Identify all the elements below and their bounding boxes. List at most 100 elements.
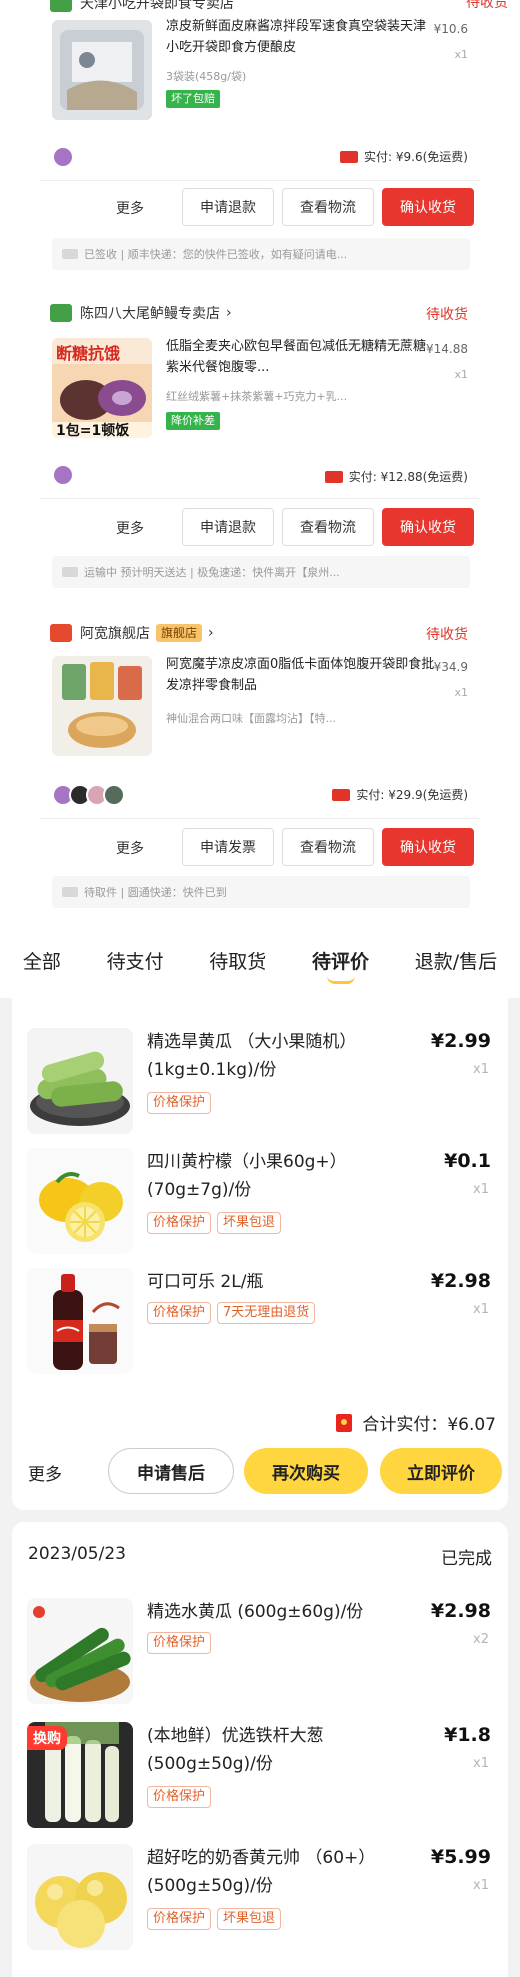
order-total-text: 合计实付：¥6.07 (362, 1415, 496, 1435)
product-title[interactable]: 凉皮新鲜面皮麻酱凉拌段军速食真空袋装天津小吃开袋即食方便酿皮 (166, 16, 436, 58)
confirm-receipt-button[interactable]: 确认收货 (382, 508, 474, 546)
refund-button[interactable]: 申请退款 (182, 188, 274, 226)
shop-name[interactable]: 阿宽旗舰店 (80, 623, 150, 643)
order-actions: 更多 申请发票 查看物流 确认收货 (40, 828, 480, 868)
product-image[interactable] (27, 1598, 133, 1704)
order-item[interactable]: 可口可乐 2L/瓶 ¥2.98 x1 价格保护 7天无理由退货 (27, 1268, 499, 1378)
product-image[interactable] (27, 1148, 133, 1254)
product-image[interactable]: 换购 (27, 1722, 133, 1828)
logistics-bar[interactable]: 运输中 预计明天送达 | 极兔速递：快件离开【泉州... (52, 556, 470, 588)
shop-name[interactable]: 天津小吃开袋即食专卖店 (80, 0, 234, 13)
product-price: ¥2.98 (430, 1270, 491, 1292)
product-title[interactable]: (本地鲜）优选铁杆大葱 (500g±50g)/份 (147, 1722, 407, 1778)
product-image[interactable] (27, 1028, 133, 1134)
review-button[interactable]: 立即评价 (380, 1448, 502, 1494)
product-qty: x1 (473, 1302, 489, 1317)
product-qty: x1 (454, 368, 468, 381)
order-status-tabs: 全部 待支付 待取货 待评价 退款/售后 (0, 922, 520, 998)
shop-row[interactable]: 阿宽旗舰店 旗舰店 › (50, 620, 214, 646)
product-tags: 价格保护 (147, 1092, 212, 1114)
order-item[interactable]: 四川黄柠檬（小果60g+）(70g±7g)/份 ¥0.1 x1 价格保护 坏果包… (27, 1148, 499, 1258)
shop-badge: 旗舰店 (156, 624, 203, 642)
order-actions: 更多 申请退款 查看物流 确认收货 (40, 188, 480, 228)
order-item[interactable]: 精选旱黄瓜 （大小果随机）(1kg±0.1kg)/份 ¥2.99 x1 价格保护 (27, 1028, 499, 1138)
product-title[interactable]: 低脂全麦夹心欧包早餐面包减低无糖精无蔗糖紫米代餐饱腹零... (166, 336, 436, 378)
tag-price-protect: 价格保护 (147, 1908, 212, 1930)
shop-row[interactable]: 陈四八大尾鲈鳗专卖店 › (50, 300, 232, 326)
product-tags: 价格保护 坏果包退 (147, 1908, 282, 1930)
product-sku: 红丝绒紫薯+抹茶紫薯+巧克力+乳... (166, 390, 348, 403)
refund-button[interactable]: 申请退款 (182, 508, 274, 546)
service-tag: 降价补差 (166, 412, 220, 430)
logistics-text: 待取件 | 圆通快递：快件已到 (84, 886, 227, 899)
product-tags: 价格保护 (147, 1632, 212, 1654)
tab-refund-aftersale[interactable]: 退款/售后 (411, 947, 501, 974)
buyer-avatars (52, 464, 74, 486)
tab-pending-review[interactable]: 待评价 (308, 947, 373, 984)
more-button[interactable]: 更多 (116, 518, 144, 538)
product-sku: 神仙混合两口味【面露均沾】【特... (166, 712, 336, 725)
logistics-bar[interactable]: 已签收 | 顺丰快递：您的快件已签收，如有疑问请电... (52, 238, 470, 270)
shop-name[interactable]: 陈四八大尾鲈鳗专卖店 (80, 303, 220, 323)
logistics-button[interactable]: 查看物流 (282, 188, 374, 226)
logistics-button[interactable]: 查看物流 (282, 828, 374, 866)
paid-amount: 实付: ¥9.6(免运费) (340, 148, 468, 165)
tag-price-protect: 价格保护 (147, 1092, 212, 1114)
product-price: ¥34.9 (433, 660, 468, 674)
product-title[interactable]: 精选旱黄瓜 （大小果随机）(1kg±0.1kg)/份 (147, 1028, 407, 1084)
logistics-text: 运输中 预计明天送达 | 极兔速递：快件离开【泉州... (84, 566, 340, 579)
tab-pending-payment[interactable]: 待支付 (103, 947, 168, 974)
image-caption: 1包=1顿饭 (56, 423, 130, 438)
shop-logo-icon (50, 0, 72, 12)
paid-text: 实付: ¥9.6(免运费) (364, 150, 468, 164)
product-image[interactable] (27, 1268, 133, 1374)
product-title[interactable]: 可口可乐 2L/瓶 (147, 1268, 407, 1296)
product-image[interactable] (52, 656, 152, 756)
rebuy-button[interactable]: 再次购买 (244, 1448, 368, 1494)
order-item[interactable]: 换购 (本地鲜）优选铁杆大葱 (500g±50g)/份 ¥1.8 x1 价格保护 (27, 1722, 499, 1832)
confirm-receipt-button[interactable]: 确认收货 (382, 828, 474, 866)
product-image[interactable] (27, 1844, 133, 1950)
order-item[interactable]: 超好吃的奶香黄元帅 （60+）(500g±50g)/份 ¥5.99 x1 价格保… (27, 1844, 499, 1954)
product-tags: 价格保护 (147, 1786, 212, 1808)
product-price: ¥0.1 (444, 1150, 491, 1172)
order-total: 合计实付：¥6.07 (336, 1410, 496, 1435)
more-button[interactable]: 更多 (116, 198, 144, 218)
logistics-button[interactable]: 查看物流 (282, 508, 374, 546)
product-price: ¥14.88 (426, 342, 468, 356)
product-price: ¥2.98 (430, 1600, 491, 1622)
order-card: 2023/05/23 已完成 精选水黄瓜 (600g±60g)/份 ¥2.98 … (12, 1522, 508, 1977)
product-price: ¥5.99 (430, 1846, 491, 1868)
product-title[interactable]: 四川黄柠檬（小果60g+）(70g±7g)/份 (147, 1148, 407, 1204)
product-title[interactable]: 精选水黄瓜 (600g±60g)/份 (147, 1598, 407, 1626)
order-status: 待收货 (466, 0, 508, 11)
paid-text: 实付: ¥29.9(免运费) (356, 788, 468, 802)
cucumber-image (27, 1028, 133, 1134)
shop-row[interactable]: 天津小吃开袋即食专卖店 (50, 0, 234, 16)
invoice-button[interactable]: 申请发票 (182, 828, 274, 866)
product-title[interactable]: 超好吃的奶香黄元帅 （60+）(500g±50g)/份 (147, 1844, 407, 1900)
tag-price-protect: 价格保护 (147, 1632, 212, 1654)
more-button[interactable]: 更多 (28, 1460, 62, 1485)
tag-7day-return: 7天无理由退货 (217, 1302, 316, 1324)
product-qty: x1 (454, 686, 468, 699)
logistics-bar[interactable]: 待取件 | 圆通快递：快件已到 (52, 876, 470, 908)
logistics-text: 已签收 | 顺丰快递：您的快件已签收，如有疑问请电... (84, 248, 348, 261)
shop-logo-icon (50, 304, 72, 322)
paid-text: 实付: ¥12.88(免运费) (348, 470, 468, 484)
product-title[interactable]: 阿宽魔芋凉皮凉面0脂低卡面体饱腹开袋即食批发凉拌零食制品 (166, 654, 436, 696)
product-image[interactable]: 断糖抗饿 1包=1顿饭 (52, 338, 152, 438)
confirm-receipt-button[interactable]: 确认收货 (382, 188, 474, 226)
more-button[interactable]: 更多 (116, 838, 144, 858)
product-qty: x1 (473, 1182, 489, 1197)
product-image[interactable] (52, 20, 152, 120)
order-item[interactable]: 精选水黄瓜 (600g±60g)/份 ¥2.98 x2 价格保护 (27, 1598, 499, 1708)
product-qty: x1 (454, 48, 468, 61)
tab-all[interactable]: 全部 (19, 947, 65, 974)
order-status: 待收货 (426, 307, 468, 323)
tag-bad-fruit-refund: 坏果包退 (217, 1908, 282, 1930)
order-status: 待收货 (426, 627, 468, 643)
after-sale-button[interactable]: 申请售后 (108, 1448, 234, 1494)
avatar (52, 464, 74, 486)
tab-pending-pickup[interactable]: 待取货 (205, 947, 270, 974)
